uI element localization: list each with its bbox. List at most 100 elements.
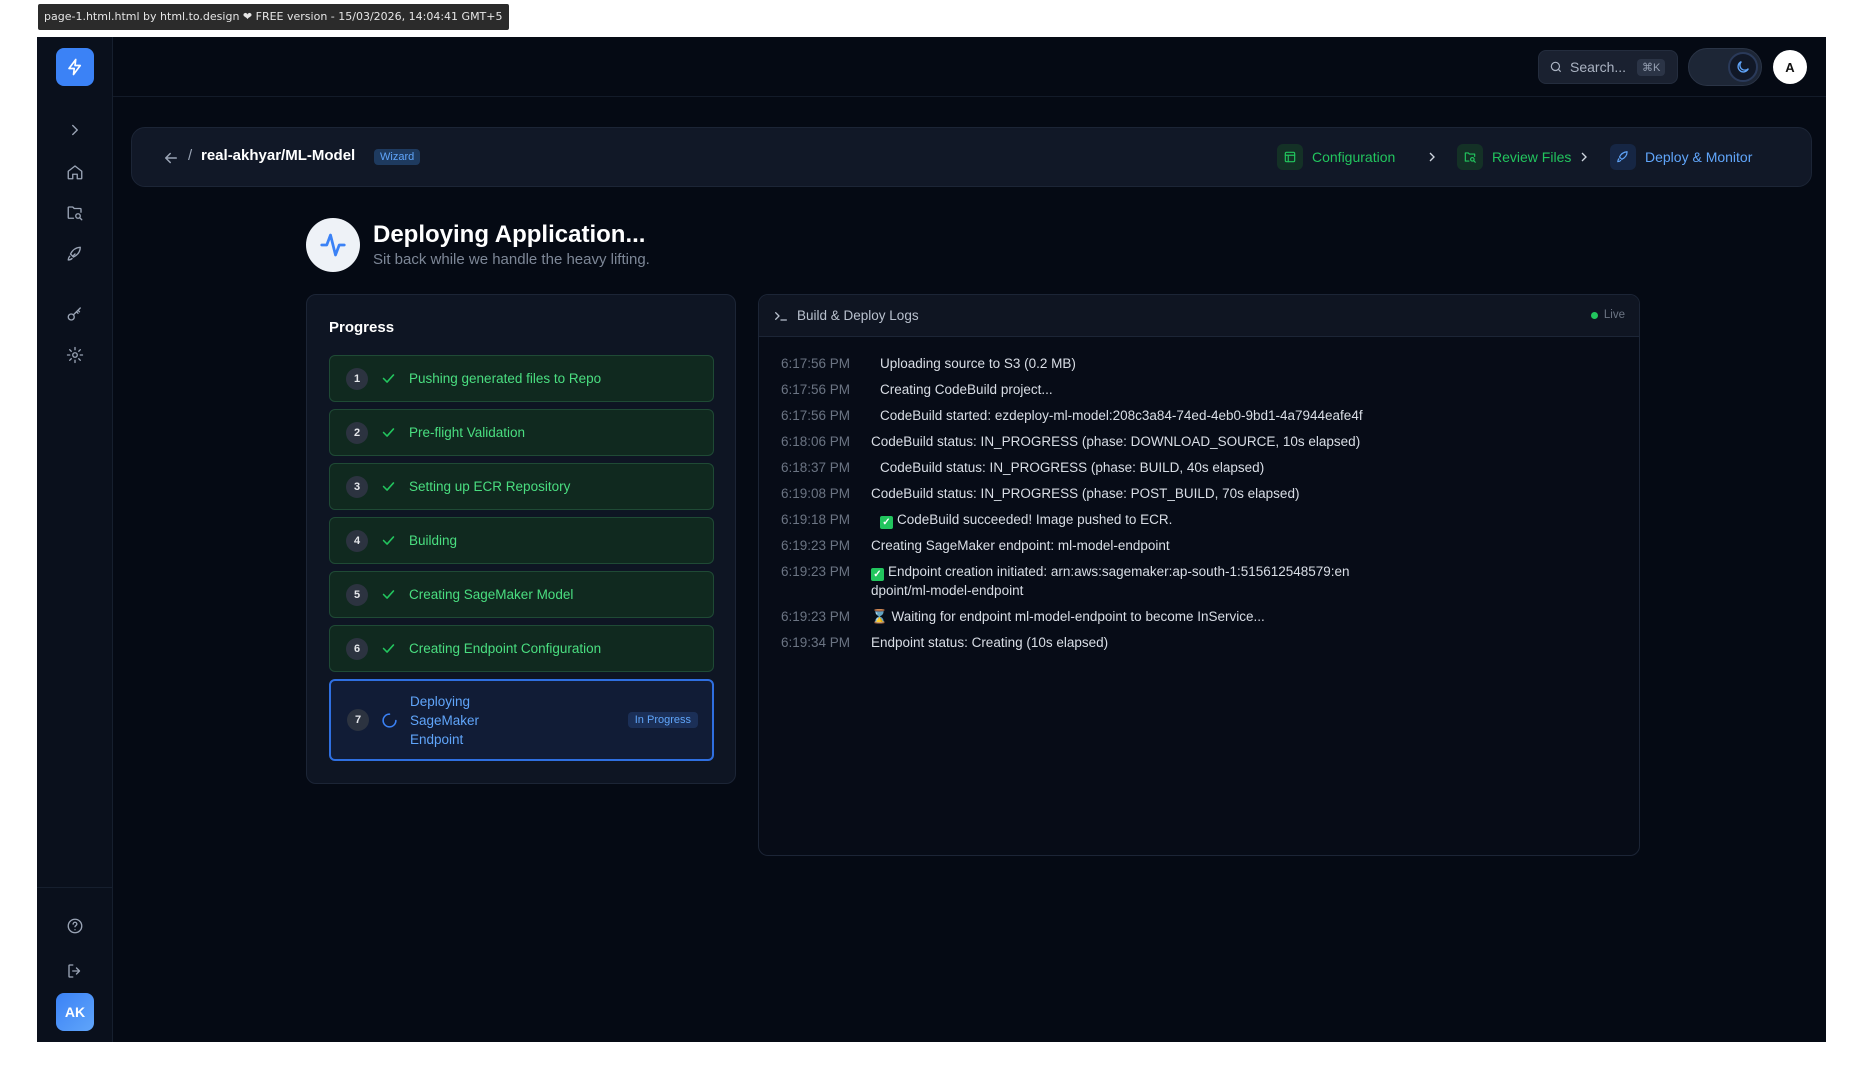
step-label: Building [409,533,458,548]
log-entry: 6:17:56 PM CodeBuild started: ezdeploy-m… [781,406,1639,425]
log-entry: 6:17:56 PM Uploading source to S3 (0.2 M… [781,354,1639,373]
sidebar-expand-button[interactable] [59,114,91,146]
gear-icon [66,346,84,364]
repo-name: real-akhyar/ML-Model [201,147,356,164]
log-time: 6:17:56 PM [781,408,851,423]
arrow-left-icon [165,152,177,164]
key-icon [67,307,81,321]
search-input[interactable]: Search... ⌘K [1538,50,1678,84]
progress-step: 5 Creating SageMaker Model [329,571,714,618]
check-icon [380,640,397,657]
step-label: Review Files [1492,149,1572,165]
rocket-icon [1617,151,1628,163]
log-entry: 6:19:34 PM Endpoint status: Creating (10… [781,633,1639,652]
log-list: 6:17:56 PM Uploading source to S3 (0.2 M… [759,337,1639,652]
log-time: 6:18:37 PM [781,460,851,475]
step-number: 4 [346,529,368,552]
log-time: 6:17:56 PM [781,356,851,371]
check-icon [380,586,397,603]
logs-title: Build & Deploy Logs [797,308,919,323]
lightning-icon [68,58,82,76]
log-time: 6:19:34 PM [781,635,851,650]
logs-header: Build & Deploy Logs Live [759,295,1639,337]
wizard-step-deploy-monitor[interactable]: Deploy & Monitor [1610,144,1752,170]
log-entry: 6:19:23 PM ✓ Endpoint creation initiated:… [781,562,1639,600]
sidebar-item-home[interactable] [59,156,91,188]
log-entry: 6:19:08 PM CodeBuild status: IN_PROGRESS… [781,484,1639,503]
log-message: CodeBuild succeeded! Image pushed to ECR… [897,512,1173,527]
activity-badge [306,218,360,272]
profile-avatar[interactable]: A [1773,50,1807,84]
step-label: Deploy & Monitor [1645,149,1753,165]
check-icon [380,370,397,387]
step-number: 1 [346,367,368,390]
terminal-icon [773,308,789,324]
step-label: Setting up ECR Repository [409,479,571,494]
chevron-right-icon [1576,149,1592,165]
step-label: Deploying SageMaker Endpoint [410,693,480,747]
sidebar-item-logout[interactable] [59,955,91,987]
step-number: 3 [346,475,368,498]
log-message: Endpoint status: Creating (10s elapsed) [871,635,1109,650]
logout-icon [68,964,81,978]
layout-icon [1284,151,1296,163]
progress-step: 2 Pre-flight Validation [329,409,714,456]
progress-title: Progress [329,319,395,336]
back-button[interactable] [162,149,180,167]
log-entry: 6:19:18 PM ✓ CodeBuild succeeded! Image p… [781,510,1639,529]
log-time: 6:19:18 PM [781,512,851,527]
sidebar-divider [37,887,113,888]
progress-step-active: 7 Deploying SageMaker Endpoint In Progre… [329,679,714,761]
folder-search-icon [67,206,83,221]
sidebar-item-keys[interactable] [59,298,91,330]
step-label: Configuration [1312,149,1396,165]
step-number: 7 [347,709,369,731]
app-logo[interactable] [56,48,94,86]
step-label: Pushing generated files to Repo [409,371,602,386]
log-message: ⌛ Waiting for endpoint ml-model-endpoint… [871,609,1265,624]
moon-icon [1737,61,1749,73]
wizard-step-configuration[interactable]: Configuration [1277,144,1395,170]
chevron-right-icon [1424,149,1440,165]
rocket-icon [67,246,81,261]
check-icon [380,478,397,495]
step-number: 2 [346,421,368,444]
live-label: Live [1603,309,1625,321]
folder-search-icon [1464,152,1476,163]
topbar: Search... ⌘K A [113,37,1826,97]
progress-step: 4 Building [329,517,714,564]
log-entry: 6:17:56 PM Creating CodeBuild project... [781,380,1639,399]
progress-panel: Progress 1 Pushing generated files to Re… [306,294,736,784]
log-entry: 6:19:23 PM Creating SageMaker endpoint: … [781,536,1639,555]
wizard-badge: Wizard [374,149,421,165]
log-entry: 6:18:37 PM CodeBuild status: IN_PROGRESS… [781,458,1639,477]
sidebar-item-settings[interactable] [59,339,91,371]
search-icon [1550,61,1562,73]
home-icon [67,165,83,180]
step-number: 5 [346,583,368,606]
search-placeholder: Search... [1570,59,1627,75]
sidebar-item-repositories[interactable] [59,197,91,229]
wizard-step-review-files[interactable]: Review Files [1457,144,1571,170]
progress-step: 3 Setting up ECR Repository [329,463,714,510]
log-message: Uploading source to S3 (0.2 MB) [880,356,1076,371]
log-time: 6:19:08 PM [781,486,851,501]
page-title: Deploying Application... [373,221,646,248]
watermark-banner: page-1.html.html by html.to.design ❤ FRE… [38,4,509,30]
log-time: 6:17:56 PM [781,382,851,397]
theme-toggle[interactable] [1688,48,1762,86]
sidebar-item-deployments[interactable] [59,238,91,270]
user-avatar[interactable]: AK [56,993,94,1031]
sidebar: AK [37,37,113,1042]
log-message-wrap: ✓ Endpoint creation initiated: arn:aws:sa… [871,562,1351,600]
progress-step: 6 Creating Endpoint Configuration [329,625,714,672]
log-time: 6:19:23 PM [781,538,851,553]
sidebar-item-help[interactable] [59,910,91,942]
live-indicator: Live [1590,309,1625,321]
step-number: 6 [346,637,368,660]
log-message: CodeBuild status: IN_PROGRESS (phase: BU… [880,460,1265,475]
status-badge: In Progress [627,712,698,728]
spinner-icon [381,712,398,729]
log-message: Creating CodeBuild project... [880,382,1053,397]
step-label: Creating Endpoint Configuration [409,641,602,656]
